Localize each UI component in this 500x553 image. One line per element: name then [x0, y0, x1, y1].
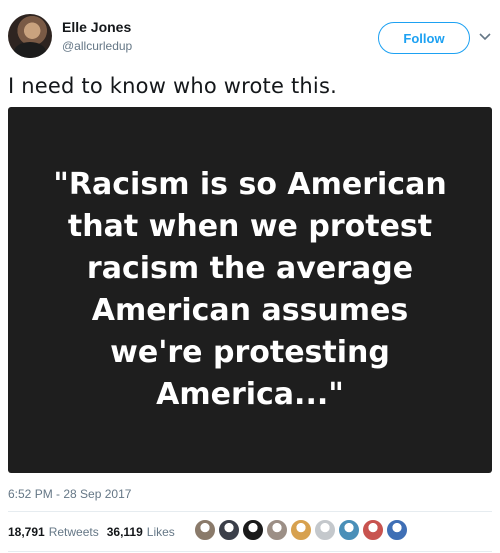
quote-line: American assumes	[91, 293, 409, 328]
liker-avatar[interactable]	[218, 519, 240, 541]
quote-line: "Racism is so American	[53, 167, 447, 202]
liker-avatar[interactable]	[194, 519, 216, 541]
tweet-text: I need to know who wrote this.	[8, 74, 337, 98]
retweets-label: Retweets	[48, 525, 99, 539]
tweet-timestamp[interactable]: 6:52 PM - 28 Sep 2017	[8, 487, 131, 501]
liker-avatar[interactable]	[362, 519, 384, 541]
user-display-name[interactable]: Elle Jones	[62, 19, 131, 35]
quote-line: we're protesting	[110, 335, 390, 370]
image-quote: "Racism is so American that when we prot…	[30, 164, 470, 416]
quote-line: that when we protest	[67, 209, 433, 244]
liker-avatars	[194, 519, 410, 545]
follow-button[interactable]: Follow	[378, 22, 470, 54]
chevron-down-icon[interactable]	[478, 30, 492, 44]
liker-avatar[interactable]	[386, 519, 408, 541]
retweets-count: 18,791	[8, 525, 45, 539]
liker-avatar[interactable]	[242, 519, 264, 541]
likes-count: 36,119	[106, 525, 143, 539]
liker-avatar[interactable]	[314, 519, 336, 541]
divider	[8, 511, 492, 512]
quote-line: racism the average	[86, 251, 414, 286]
user-handle[interactable]: @allcurledup	[62, 39, 132, 53]
tweet-header: Elle Jones @allcurledup Follow	[8, 12, 492, 62]
liker-avatar[interactable]	[266, 519, 288, 541]
quote-line: America..."	[156, 377, 344, 412]
tweet-stats: 18,791 Retweets 36,119 Likes	[8, 522, 183, 542]
liker-avatar[interactable]	[290, 519, 312, 541]
liker-avatar[interactable]	[338, 519, 360, 541]
retweets-stat[interactable]: 18,791 Retweets	[8, 525, 99, 539]
likes-label: Likes	[146, 525, 175, 539]
divider	[8, 551, 492, 552]
tweet-image[interactable]: "Racism is so American that when we prot…	[8, 107, 492, 473]
likes-stat[interactable]: 36,119 Likes	[107, 525, 175, 539]
user-avatar[interactable]	[8, 14, 52, 58]
